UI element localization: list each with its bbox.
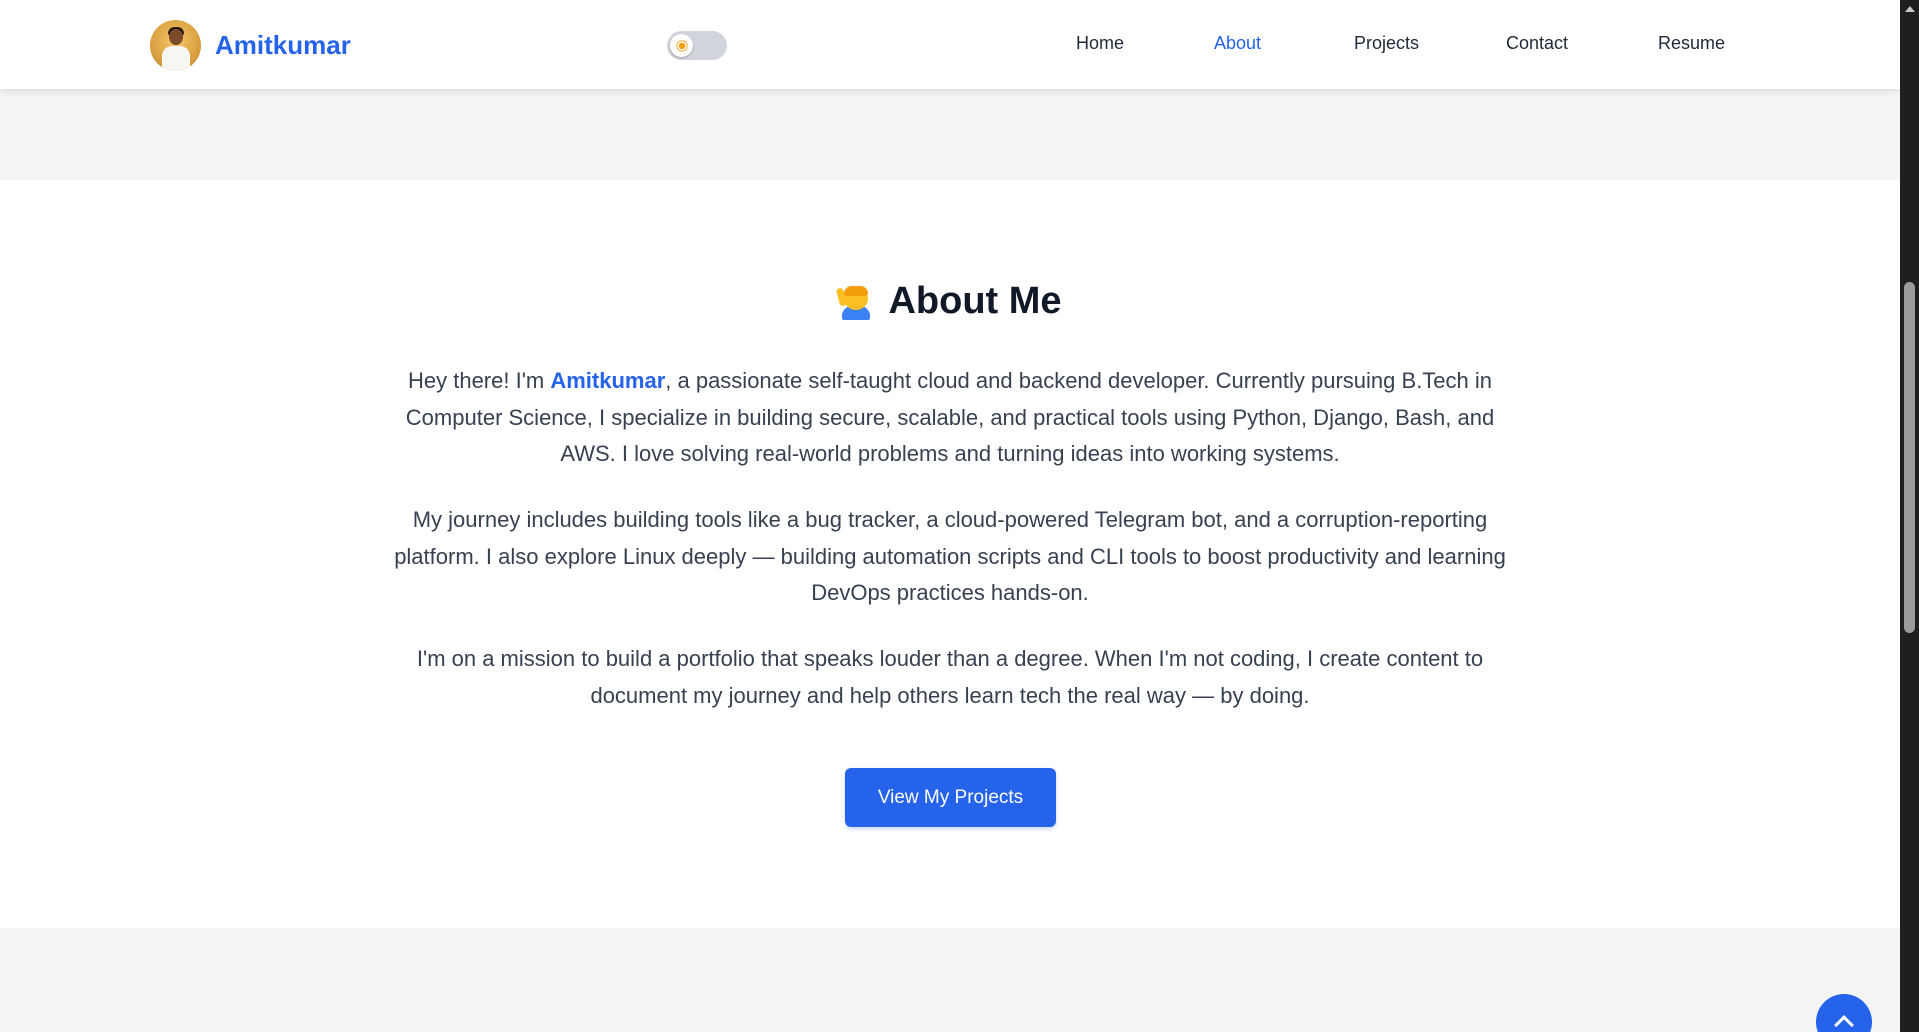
nav-home[interactable]: Home <box>1076 33 1124 54</box>
navbar: Amitkumar Home About Projects Contact Re… <box>0 0 1900 89</box>
toggle-knob <box>670 34 693 57</box>
highlighted-name: Amitkumar <box>550 368 666 393</box>
nav-projects[interactable]: Projects <box>1354 33 1419 54</box>
sun-icon <box>678 42 685 49</box>
chevron-up-icon <box>1834 1015 1854 1032</box>
about-paragraph-intro: Hey there! I'm Amitkumar, a passionate s… <box>405 368 1495 466</box>
nav-contact[interactable]: Contact <box>1506 33 1568 54</box>
theme-toggle[interactable] <box>667 31 727 60</box>
page-viewport: Amitkumar Home About Projects Contact Re… <box>0 0 1900 1032</box>
nav-about[interactable]: About <box>1214 33 1261 54</box>
about-section: About Me Hey there! I'm Amitkumar, a pas… <box>0 180 1900 928</box>
scrollbar[interactable] <box>1900 0 1919 1032</box>
page-title: About Me <box>888 280 1062 322</box>
brand-link[interactable]: Amitkumar <box>150 20 351 71</box>
person-raising-hand-icon <box>836 284 874 320</box>
nav-resume[interactable]: Resume <box>1658 33 1725 54</box>
about-heading: About Me <box>0 280 1900 323</box>
scrollbar-thumb[interactable] <box>1904 282 1915 633</box>
back-to-top-button[interactable] <box>1816 994 1872 1032</box>
about-paragraph-journey: My journey includes building tools like … <box>394 507 1506 605</box>
brand-name: Amitkumar <box>215 30 351 60</box>
view-projects-button[interactable]: View My Projects <box>845 768 1056 827</box>
avatar <box>150 20 201 71</box>
scroll-up-arrow-icon[interactable] <box>1905 6 1915 12</box>
about-paragraph-mission: I'm on a mission to build a portfolio th… <box>416 646 1484 708</box>
